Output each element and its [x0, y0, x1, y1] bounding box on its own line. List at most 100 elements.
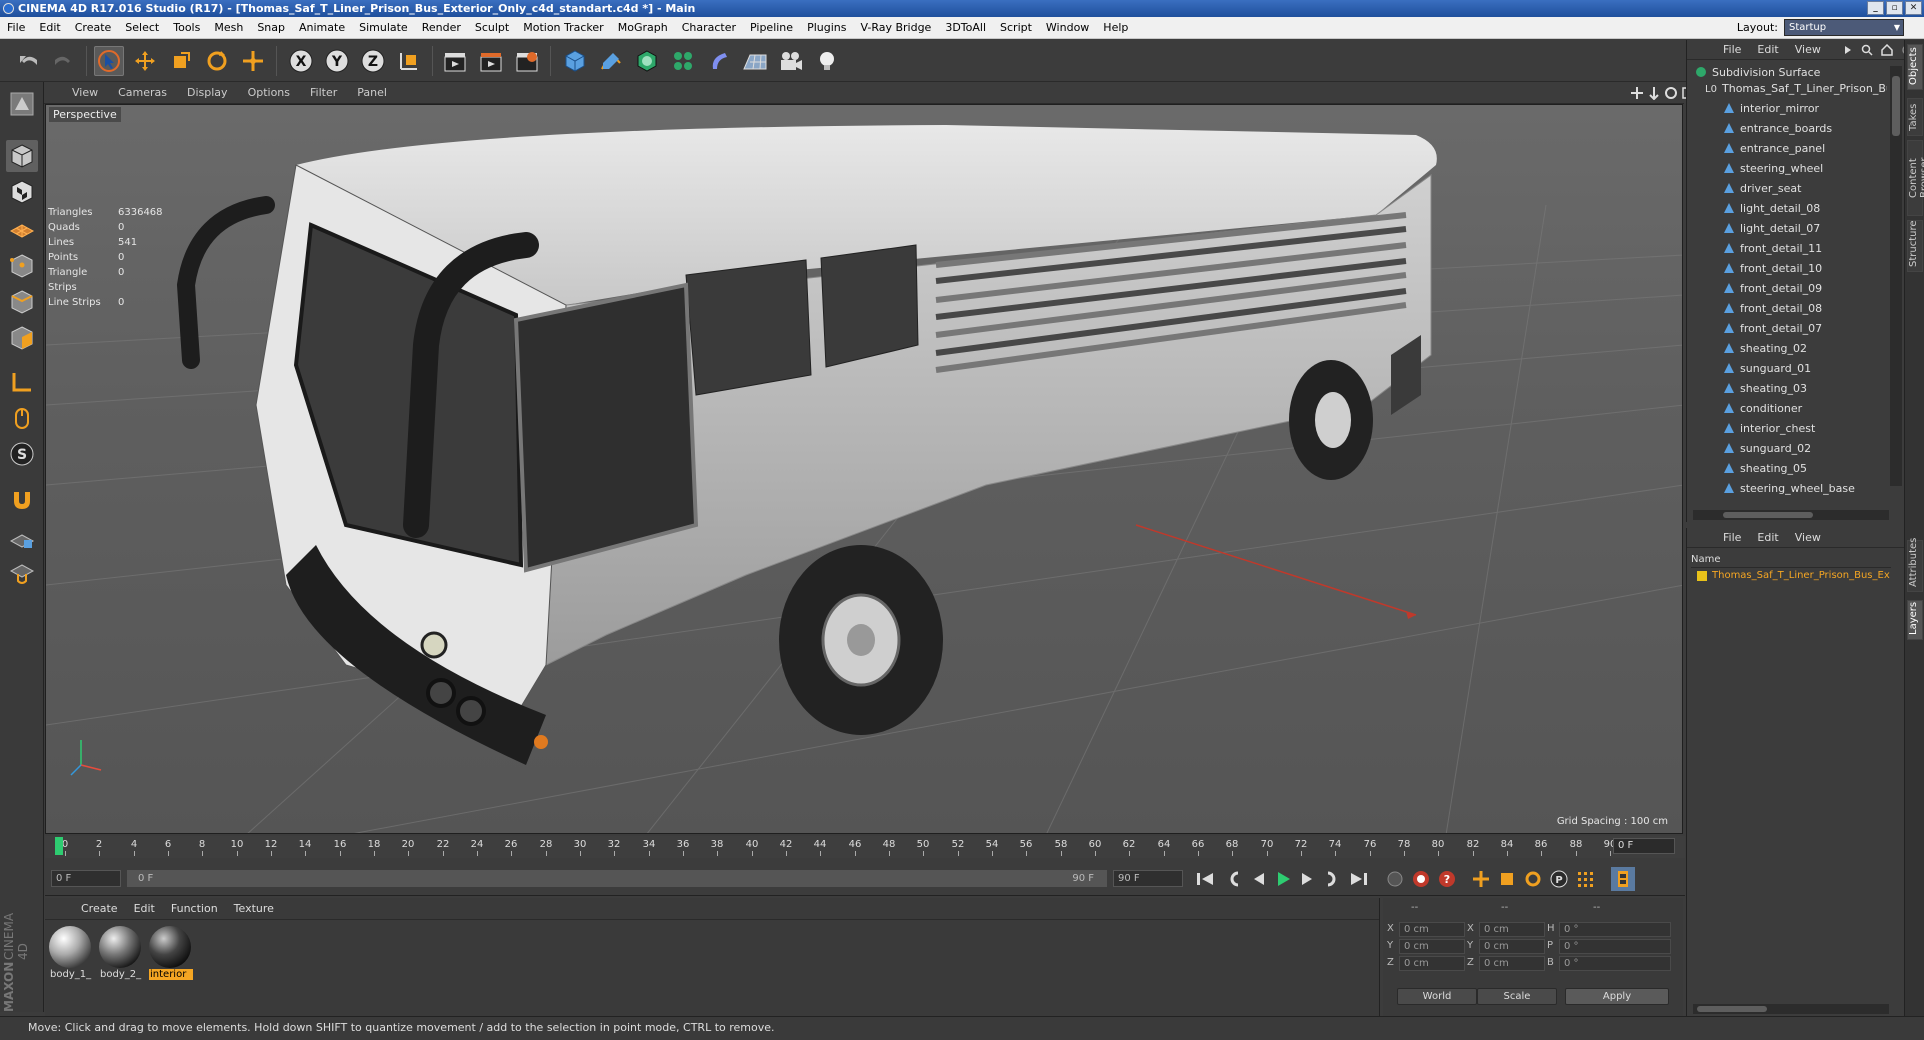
tree-node-item[interactable]: front_detail_07	[1723, 318, 1822, 338]
coord-field[interactable]: 0 cm	[1399, 922, 1465, 937]
camera-button[interactable]	[776, 46, 806, 76]
obj-menu-edit[interactable]: Edit	[1749, 43, 1786, 56]
z-axis-lock-button[interactable]: Z	[358, 46, 388, 76]
points-mode-button[interactable]	[6, 250, 38, 282]
undo-button[interactable]	[14, 46, 44, 76]
frame-ruler[interactable]: 0 2 4 6 8 10 12 14 16 18 20 22 24 26 28 30 32 34 36 38 40 42 4…	[55, 836, 1616, 856]
coord-field[interactable]: 0 °	[1559, 956, 1671, 971]
perspective-viewport[interactable]: Perspective Triangles 6336468 Quads 0 Lines 5…	[45, 104, 1683, 834]
apply-button[interactable]: Apply	[1565, 988, 1669, 1005]
coord-field[interactable]: 0 cm	[1399, 939, 1465, 954]
frame-range-slider[interactable]: 0 F 90 F	[127, 870, 1107, 887]
tree-node-group[interactable]: L0 Thomas_Saf_T_Liner_Prison_Bu	[1705, 78, 1887, 98]
menu-sculpt[interactable]: Sculpt	[468, 21, 516, 34]
magnet-button[interactable]	[6, 484, 38, 516]
prev-frame-button[interactable]	[1247, 867, 1271, 891]
menu-character[interactable]: Character	[675, 21, 743, 34]
menu-v-ray-bridge[interactable]: V-Ray Bridge	[853, 21, 938, 34]
pen-spline-button[interactable]	[596, 46, 626, 76]
menu-select[interactable]: Select	[118, 21, 166, 34]
scale-tool-button[interactable]	[166, 46, 196, 76]
menu-motion-tracker[interactable]: Motion Tracker	[516, 21, 610, 34]
current-frame-field[interactable]: 0 F	[1613, 838, 1675, 854]
obj-menu-view[interactable]: View	[1787, 43, 1829, 56]
orbit-icon[interactable]	[1664, 86, 1678, 100]
coord-field[interactable]: 0 °	[1559, 922, 1671, 937]
menu-snap[interactable]: Snap	[250, 21, 292, 34]
tree-node-item[interactable]: steering_wheel_base	[1723, 478, 1855, 498]
side-tab-structure[interactable]: Structure	[1907, 220, 1923, 272]
render-settings-button[interactable]	[512, 46, 542, 76]
move-tool-button[interactable]	[130, 46, 160, 76]
tree-node-item[interactable]: sheating_03	[1723, 378, 1807, 398]
coord-space-dropdown[interactable]: World	[1397, 988, 1477, 1005]
menu-simulate[interactable]: Simulate	[352, 21, 415, 34]
layout-dropdown[interactable]: Startup	[1784, 19, 1904, 36]
menu-edit[interactable]: Edit	[32, 21, 67, 34]
coord-field[interactable]: 0 cm	[1479, 922, 1545, 937]
obj-menu-file[interactable]: File	[1715, 43, 1749, 56]
layer-menu-edit[interactable]: Edit	[1749, 531, 1786, 544]
key-pla-button[interactable]	[1573, 867, 1597, 891]
planar-workplane-button[interactable]	[6, 556, 38, 588]
object-tree-vscroll[interactable]	[1890, 66, 1902, 486]
key-rotation-button[interactable]	[1521, 867, 1545, 891]
menu-script[interactable]: Script	[993, 21, 1039, 34]
render-to-picture-viewer-button[interactable]	[476, 46, 506, 76]
menu-tools[interactable]: Tools	[166, 21, 207, 34]
tree-node-item[interactable]: sheating_05	[1723, 458, 1807, 478]
material-slot[interactable]: body_2_	[99, 926, 143, 988]
coord-field[interactable]: 0 °	[1559, 939, 1671, 954]
render-view-button[interactable]	[440, 46, 470, 76]
key-scale-button[interactable]	[1495, 867, 1519, 891]
workplane-mode-button[interactable]	[6, 212, 38, 244]
end-frame-field[interactable]: 90 F	[1113, 870, 1183, 887]
tree-node-item[interactable]: entrance_panel	[1723, 138, 1825, 158]
play-button[interactable]	[1271, 867, 1295, 891]
key-parameter-button[interactable]: P	[1547, 867, 1571, 891]
motion-record-button[interactable]	[1383, 867, 1407, 891]
menu-window[interactable]: Window	[1039, 21, 1096, 34]
next-frame-button[interactable]	[1295, 867, 1319, 891]
transform-tool-button[interactable]	[238, 46, 268, 76]
material-menu-edit[interactable]: Edit	[126, 902, 163, 915]
coord-field[interactable]: 0 cm	[1479, 939, 1545, 954]
viewport-menu-view[interactable]: View	[62, 86, 108, 99]
tree-node-item[interactable]: interior_mirror	[1723, 98, 1819, 118]
material-menu-texture[interactable]: Texture	[226, 902, 282, 915]
axis-mode-button[interactable]	[6, 366, 38, 398]
layer-menu-view[interactable]: View	[1787, 531, 1829, 544]
tree-node-item[interactable]: front_detail_08	[1723, 298, 1822, 318]
tree-node-item[interactable]: front_detail_10	[1723, 258, 1822, 278]
live-selection-button[interactable]	[94, 46, 124, 76]
edges-mode-button[interactable]	[6, 286, 38, 318]
lock-workplane-button[interactable]	[6, 522, 38, 554]
menu-file[interactable]: File	[0, 21, 32, 34]
tree-node-item[interactable]: sunguard_02	[1723, 438, 1811, 458]
model-mode-button[interactable]	[6, 140, 38, 172]
material-menu-function[interactable]: Function	[163, 902, 226, 915]
search-icon[interactable]	[1861, 44, 1873, 56]
layer-hscroll[interactable]	[1693, 1004, 1889, 1014]
x-axis-lock-button[interactable]: X	[286, 46, 316, 76]
floor-button[interactable]	[740, 46, 770, 76]
start-frame-field[interactable]: 0 F	[51, 870, 121, 887]
redo-button[interactable]	[48, 46, 78, 76]
viewport-menu-cameras[interactable]: Cameras	[108, 86, 177, 99]
material-menu-create[interactable]: Create	[73, 902, 126, 915]
goto-end-button[interactable]	[1347, 867, 1371, 891]
zoom-icon[interactable]	[1647, 86, 1661, 100]
coordinate-system-button[interactable]	[394, 46, 424, 76]
coord-field[interactable]: 0 cm	[1399, 956, 1465, 971]
snap-button[interactable]: S	[6, 438, 38, 470]
viewport-menu-display[interactable]: Display	[177, 86, 238, 99]
record-keys-button[interactable]	[1409, 867, 1433, 891]
autokey-button[interactable]: ?	[1435, 867, 1459, 891]
tree-node-item[interactable]: interior_chest	[1723, 418, 1815, 438]
tree-node-item[interactable]: driver_seat	[1723, 178, 1801, 198]
goto-start-button[interactable]	[1193, 867, 1217, 891]
make-editable-button[interactable]	[6, 88, 38, 120]
home-icon[interactable]	[1881, 43, 1893, 56]
viewport-menu-options[interactable]: Options	[238, 86, 300, 99]
rotate-tool-button[interactable]	[202, 46, 232, 76]
